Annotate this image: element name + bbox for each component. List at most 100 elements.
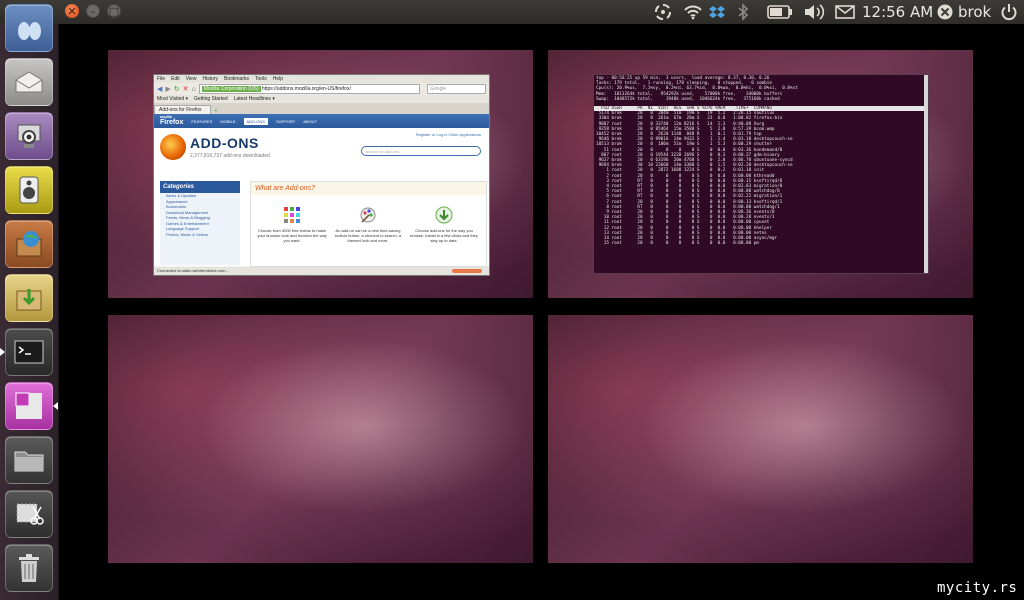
power-icon[interactable] — [998, 2, 1020, 22]
category-item[interactable]: Photos, Music & Videos — [160, 232, 240, 238]
download-arrow-icon — [435, 206, 453, 224]
site-navigation: mozilla Firefox FEATURES MOBILE ADD-ONS S… — [154, 114, 489, 128]
menu-edit[interactable]: Edit — [171, 76, 180, 82]
terminal-icon — [14, 340, 44, 364]
clock[interactable]: 12:56 AM — [862, 3, 933, 21]
bookmark-getting-started[interactable]: Getting Started — [194, 96, 228, 102]
mail-icon[interactable] — [834, 2, 856, 22]
top-panel: ✕ – □ 12:56 AM brok — [0, 0, 1024, 24]
volume-icon[interactable] — [802, 2, 826, 22]
categories-panel: Categories Alerts & Updates Appearance B… — [160, 181, 240, 265]
nav-features[interactable]: FEATURES — [191, 119, 212, 124]
addons-hero: ADD-ONS 2,377,816,737 add-ons downloaded… — [160, 132, 485, 170]
launcher-item-downloader[interactable] — [5, 274, 53, 322]
username[interactable]: brok — [958, 3, 991, 21]
active-indicator — [53, 402, 58, 410]
bookmark-most-visited[interactable]: Most Visited ▾ — [157, 96, 188, 102]
status-bar: Connected to static.webtrendslive.com... — [154, 267, 489, 275]
launcher-item-screenshot[interactable] — [5, 490, 53, 538]
mail-client-icon — [15, 71, 43, 93]
launcher-item-software-center[interactable] — [5, 220, 53, 268]
bookmark-latest-headlines[interactable]: Latest Headlines ▾ — [234, 96, 275, 102]
stop-icon[interactable]: ✕ — [183, 85, 189, 93]
menu-view[interactable]: View — [186, 76, 197, 82]
paint-icon — [359, 206, 377, 224]
feature-text: Choose add-ons for the way you browse. I… — [410, 228, 478, 243]
maximize-icon: □ — [108, 4, 120, 18]
home-icon[interactable]: ⌂ — [192, 86, 196, 93]
categories-title: Categories — [160, 181, 240, 193]
battery-icon[interactable] — [766, 2, 794, 22]
minimize-icon: – — [90, 4, 96, 18]
download-count: 2,377,816,737 add-ons downloaded — [190, 153, 270, 159]
process-table: 5174 brok 20 0 204m 51m 19m S 19 5.2 2:2… — [594, 111, 928, 246]
firefox-window-thumbnail[interactable]: File Edit View History Bookmarks Tools H… — [153, 74, 490, 276]
menu-help[interactable]: Help — [273, 76, 283, 82]
tab-addons[interactable]: Add-ons for Firefox — [154, 105, 211, 114]
launcher — [0, 4, 59, 600]
launcher-item-files[interactable] — [5, 436, 53, 484]
launcher-item-trash[interactable] — [5, 544, 53, 592]
launcher-item-mail[interactable] — [5, 58, 53, 106]
firefox-logo-text: Firefox — [160, 119, 184, 127]
terminal-scrollbar[interactable] — [924, 75, 928, 273]
trash-icon — [19, 554, 39, 582]
register-login-links[interactable]: Register or Log in Other Applications — [416, 132, 481, 137]
maximize-window-button[interactable]: □ — [107, 4, 121, 18]
feature-choose: Choose from 5000 free extras to make you… — [257, 206, 327, 243]
nav-mobile[interactable]: MOBILE — [220, 119, 235, 124]
nav-about[interactable]: ABOUT — [303, 119, 317, 124]
minimize-window-button[interactable]: – — [86, 4, 100, 18]
url-text: https://addons.mozilla.org/en-US/firefox… — [261, 86, 351, 92]
speaker-icon — [19, 176, 39, 204]
feature-addon: An add-on can be a new time-saving toolb… — [333, 206, 403, 243]
terminal-window-thumbnail[interactable]: top - 00:56:25 up 59 min, 3 users, load … — [593, 74, 929, 274]
what-are-addons-panel: What are Add-ons? Choose from 5000 free … — [250, 181, 487, 267]
bookmarks-toolbar: Most Visited ▾ Getting Started Latest He… — [154, 95, 489, 103]
software-center-icon — [16, 231, 42, 257]
firefox-logo-icon — [160, 134, 186, 160]
site-identity[interactable]: Mozilla Corporation (US) — [201, 86, 261, 92]
search-input[interactable]: Google — [427, 84, 486, 94]
menu-bookmarks[interactable]: Bookmarks — [224, 76, 249, 82]
forward-icon[interactable]: ▶ — [165, 85, 170, 93]
reload-icon[interactable]: ↻ — [174, 85, 180, 93]
launcher-item-webcam[interactable] — [5, 112, 53, 160]
status-text: Connected to static.webtrendslive.com... — [157, 268, 229, 273]
nav-support[interactable]: SUPPORT — [276, 119, 295, 124]
bluetooth-icon[interactable] — [734, 2, 752, 22]
feature-install: Choose add-ons for the way you browse. I… — [409, 206, 479, 243]
workspace-2[interactable]: top - 00:56:25 up 59 min, 3 users, load … — [548, 50, 973, 298]
grid-icon — [283, 206, 301, 224]
back-icon[interactable]: ◀ — [157, 85, 162, 93]
menu-history[interactable]: History — [202, 76, 218, 82]
workspace-1[interactable]: File Edit View History Bookmarks Tools H… — [108, 50, 533, 298]
top-summary: top - 00:56:25 up 59 min, 3 users, load … — [596, 76, 798, 102]
user-status-icon[interactable] — [935, 2, 955, 22]
page-content: mozilla Firefox FEATURES MOBILE ADD-ONS S… — [154, 114, 489, 267]
what-title: What are Add-ons? — [251, 182, 486, 195]
workspace-3[interactable] — [108, 315, 533, 563]
launcher-item-workspace-switcher[interactable] — [5, 382, 53, 430]
launcher-item-partial[interactable] — [5, 4, 53, 52]
feature-text: An add-on can be a new time-saving toolb… — [334, 228, 402, 243]
network-activity-icon[interactable] — [652, 2, 674, 22]
wifi-icon[interactable] — [682, 2, 704, 22]
workspace-4[interactable] — [548, 315, 973, 563]
close-window-button[interactable]: ✕ — [65, 4, 79, 18]
close-icon: ✕ — [67, 4, 77, 18]
nav-addons[interactable]: ADD-ONS — [243, 117, 268, 125]
dropbox-icon[interactable] — [707, 2, 727, 22]
menu-file[interactable]: File — [157, 76, 165, 82]
addons-search-input[interactable]: search for add-ons — [361, 146, 481, 156]
firefox-menubar: File Edit View History Bookmarks Tools H… — [154, 75, 489, 83]
folder-icon — [14, 451, 44, 472]
launcher-item-terminal[interactable] — [5, 328, 53, 376]
launcher-item-speaker[interactable] — [5, 166, 53, 214]
url-bar[interactable]: Mozilla Corporation (US) https://addons.… — [198, 84, 420, 94]
package-download-icon — [16, 289, 42, 311]
menu-tools[interactable]: Tools — [255, 76, 267, 82]
process-row: 15 root 20 0 0 0 0 S 0 0.0 0:00.00 pm — [596, 241, 759, 247]
firefox-wordmark[interactable]: mozilla Firefox — [160, 115, 184, 127]
addons-title: ADD-ONS — [190, 135, 259, 151]
